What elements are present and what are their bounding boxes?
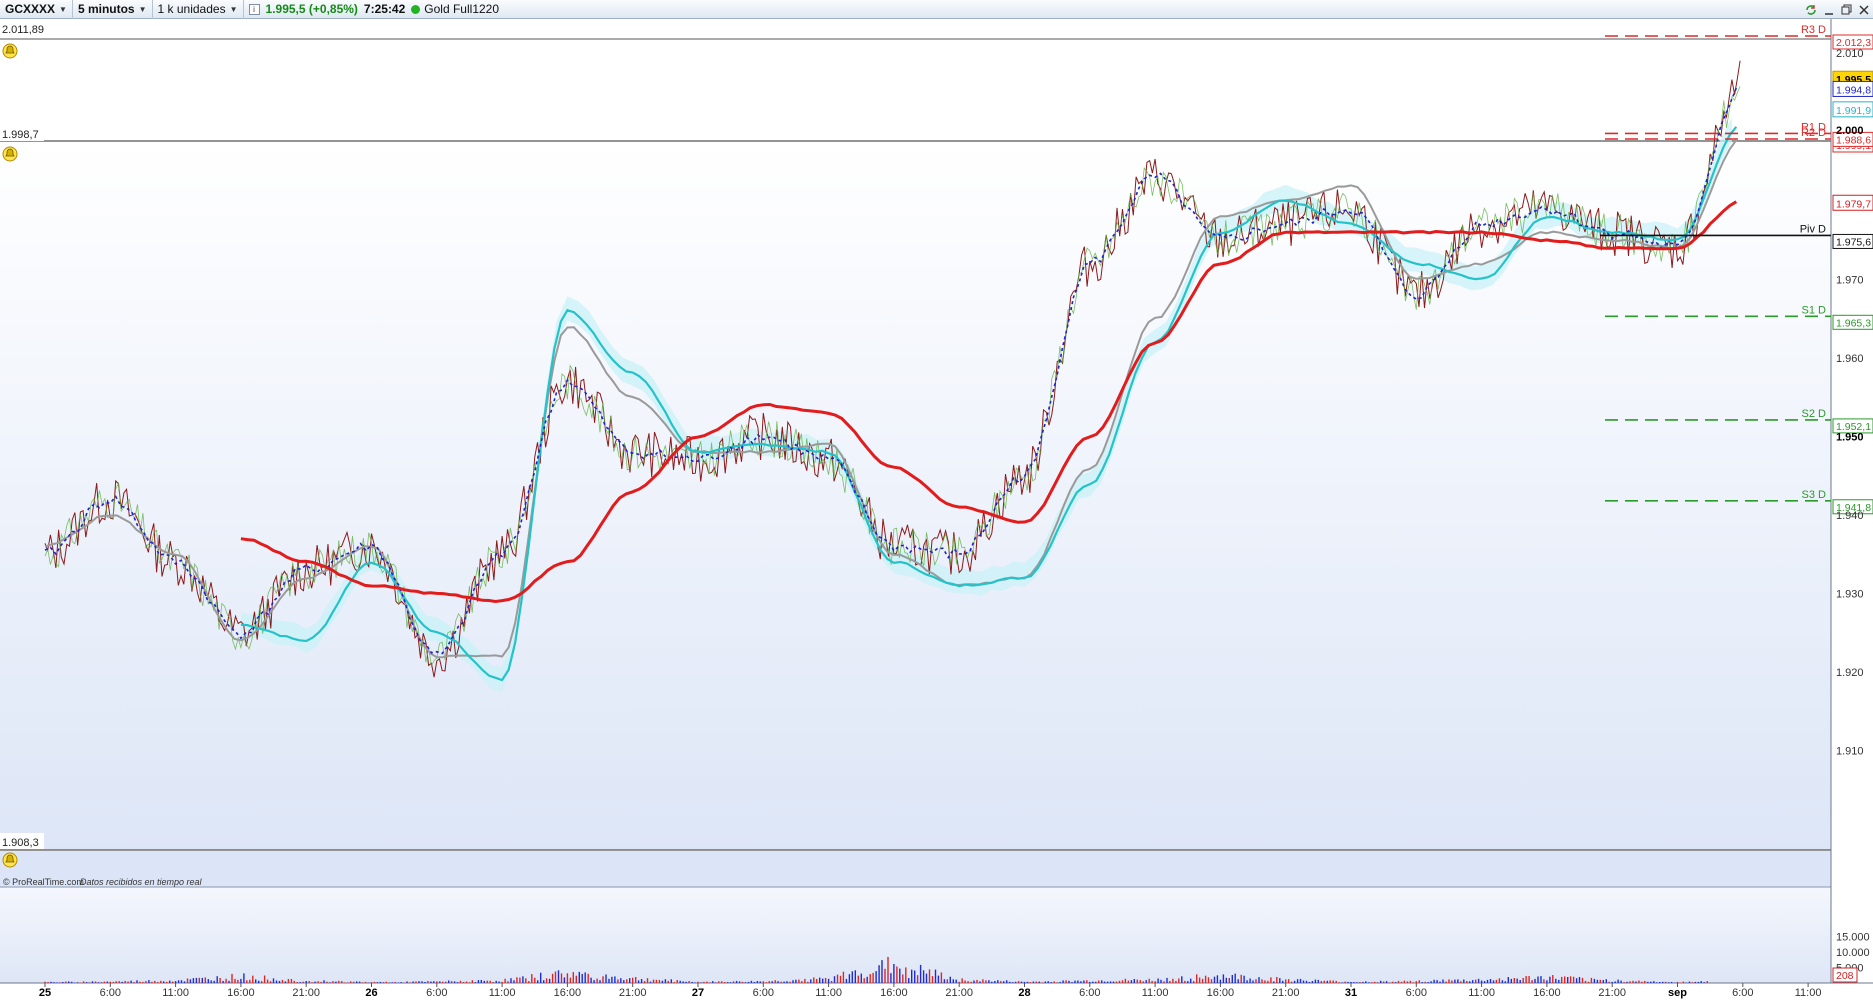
time-axis-label: 27 (692, 987, 704, 999)
trading-chart-window: GCXXXX ▼ 5 minutos ▼ 1 k unidades ▼ i 1.… (0, 0, 1873, 1000)
minimize-icon[interactable] (1824, 4, 1834, 16)
restore-icon[interactable] (1841, 4, 1852, 15)
main-panel-bg (0, 142, 1831, 850)
time-axis-label: 6:00 (100, 987, 121, 999)
time-axis-label: 11:00 (162, 987, 189, 999)
price-tag-text: 1.991,9 (1836, 105, 1871, 117)
price-axis-label: 2.010 (1836, 48, 1864, 60)
timeframe-label: 5 minutos (77, 2, 135, 16)
time-axis-bg (0, 983, 1873, 1000)
volume-axis-label: 15.000 (1836, 932, 1870, 944)
price-axis-label: 2.000 (1836, 125, 1864, 137)
alert-bell-icon[interactable] (2, 146, 18, 162)
quote-info: i 1.995,5 (+0,85%) 7:25:42 Gold Full1220 (244, 0, 505, 19)
time-axis-label: 11:00 (1468, 987, 1495, 999)
refresh-icon[interactable] (1805, 4, 1817, 16)
window-controls (1805, 0, 1869, 19)
price-axis-label: 1.940 (1836, 510, 1864, 522)
level-price-tag-text: 1.965,3 (1836, 317, 1871, 329)
time-axis-label: 16:00 (554, 987, 582, 999)
alert-bell-icon[interactable] (2, 43, 18, 59)
volume-panel-bg (0, 887, 1831, 983)
price-axis-label: 1.930 (1836, 588, 1864, 600)
time-axis-label: 6:00 (426, 987, 447, 999)
units-label: 1 k unidades (157, 2, 226, 16)
time-axis-label: 6:00 (1732, 987, 1753, 999)
price-axis-label: 1.970 (1836, 274, 1864, 286)
volume-tag-text: 208 (1836, 970, 1854, 982)
time-axis-label: 6:00 (1079, 987, 1100, 999)
data-source: Gold Full1220 (424, 2, 500, 16)
time-axis-label: 21:00 (1598, 987, 1626, 999)
chevron-down-icon: ▼ (229, 4, 238, 14)
alert-bell-icon[interactable] (2, 852, 18, 868)
credit-site: © ProRealTime.com (3, 877, 84, 887)
level-price-tag-text: 1.975,6 (1836, 236, 1871, 248)
upper-top-marker: 2.011,89 (2, 24, 44, 36)
level-label: Piv D (1800, 223, 1826, 235)
time-axis-label: 11:00 (1795, 987, 1822, 999)
level-label: R1 D (1801, 121, 1826, 133)
quote-time: 7:25:42 (363, 2, 406, 16)
units-selector[interactable]: 1 k unidades ▼ (153, 0, 244, 19)
level-label: R3 D (1801, 24, 1826, 36)
timeframe-selector[interactable]: 5 minutos ▼ (73, 0, 153, 19)
info-icon[interactable]: i (248, 3, 260, 15)
time-axis-label: 11:00 (815, 987, 842, 999)
main-bottom-marker: 1.908,3 (2, 837, 39, 849)
realtime-status-icon (411, 4, 421, 14)
price-axis-label: 1.910 (1836, 745, 1864, 757)
price-axis-label: 1.950 (1836, 431, 1864, 443)
price-tag-text: 1.979,7 (1836, 198, 1871, 210)
symbol-selector[interactable]: GCXXXX ▼ (0, 0, 73, 19)
level-label: S1 D (1802, 304, 1827, 316)
price-axis-label: 1.920 (1836, 667, 1864, 679)
time-axis-label: 21:00 (1272, 987, 1300, 999)
upper-panel-bg (0, 19, 1831, 140)
time-axis-label: 11:00 (489, 987, 516, 999)
time-axis-label: 26 (365, 987, 377, 999)
time-axis-label: 21:00 (292, 987, 320, 999)
level-label: S3 D (1802, 489, 1827, 501)
volume-axis-label: 10.000 (1836, 947, 1870, 959)
time-axis-label: sep (1668, 987, 1687, 999)
time-axis-label: 16:00 (1533, 987, 1561, 999)
time-axis-label: 25 (39, 987, 51, 999)
credit-note: Datos recibidos en tiempo real (80, 877, 203, 887)
time-axis-label: 16:00 (1207, 987, 1235, 999)
time-axis-label: 21:00 (945, 987, 973, 999)
time-axis-label: 21:00 (619, 987, 647, 999)
chart-canvas[interactable]: R3 D2.012,3R2 D1.999,1R1 D1.988,6Piv D1.… (0, 19, 1873, 1000)
time-axis-label: 6:00 (1406, 987, 1427, 999)
credit-strip (0, 851, 1831, 887)
time-axis-label: 11:00 (1142, 987, 1169, 999)
chart-toolbar: GCXXXX ▼ 5 minutos ▼ 1 k unidades ▼ i 1.… (0, 0, 1873, 19)
main-top-marker: 1.998,7 (2, 129, 39, 141)
last-price: 1.995,5 (+0,85%) (265, 2, 358, 16)
price-axis-label: 1.960 (1836, 353, 1864, 365)
time-axis-label: 16:00 (227, 987, 255, 999)
close-icon[interactable] (1859, 4, 1869, 15)
price-tag-text: 1.994,8 (1836, 84, 1871, 96)
time-axis-label: 6:00 (753, 987, 774, 999)
chevron-down-icon: ▼ (138, 4, 147, 14)
time-axis-label: 31 (1345, 987, 1357, 999)
symbol-label: GCXXXX (5, 2, 56, 16)
chevron-down-icon: ▼ (59, 4, 67, 14)
time-axis-label: 28 (1018, 987, 1030, 999)
time-axis-label: 16:00 (880, 987, 908, 999)
level-label: S2 D (1802, 408, 1827, 420)
